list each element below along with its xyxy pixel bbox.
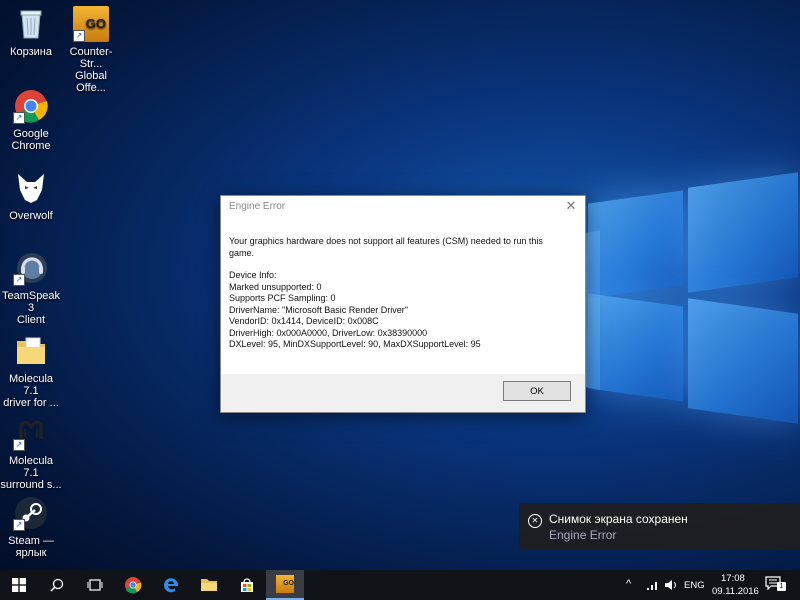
clock-time[interactable]: 17:08 [721,573,745,584]
action-center-button[interactable]: 1 [765,576,786,594]
folder-icon [201,579,217,591]
engine-error-dialog: Engine Error ✕ Your graphics hardware do… [220,195,586,413]
csgo-icon: GO [276,575,294,593]
desktop-icon-label: surround s... [0,479,62,491]
csgo-icon: GO ↗ [73,6,109,42]
desktop-icon-molecula-driver[interactable]: Molecula 7.1 driver for ... [0,333,62,409]
wallpaper-logo-pane-tr [688,172,798,293]
device-info-line: DriverHigh: 0x000A0000, DriverLow: 0x383… [229,327,428,338]
shortcut-arrow-icon: ↗ [13,112,25,124]
xbox-icon: ✕ [528,514,542,528]
desktop-icon-steam[interactable]: ↗ Steam — ярлык [0,495,62,559]
desktop-icon-label: Client [16,314,46,326]
folder-icon [13,333,49,369]
dialog-body: Your graphics hardware does not support … [221,218,585,351]
shortcut-arrow-icon: ↗ [13,519,25,531]
shortcut-arrow-icon: ↗ [13,439,25,451]
wallpaper-logo-pane-bl [588,293,683,402]
ok-button[interactable]: OK [503,381,571,401]
desktop-icon-label: Google [13,128,49,140]
task-view-button[interactable] [76,570,114,600]
desktop-icon-chrome[interactable]: ↗ Google Chrome [0,88,62,152]
taskbar: GO ^ ENG 17:08 09.11.2016 1 [0,570,800,600]
desktop-icon-label: Counter-Str... [69,46,113,70]
device-info-line: Device Info: [229,270,277,280]
desktop-icon-label: Molecula 7.1 [8,373,54,397]
teamspeak-icon: ↗ [13,250,49,286]
show-hidden-icons-chevron-up-icon[interactable]: ^ [626,578,631,590]
search-button[interactable] [38,570,76,600]
screenshot-saved-toast[interactable]: ✕ Снимок экрана сохранен Engine Error [519,503,800,550]
notification-count-badge: 1 [777,582,786,591]
dialog-title: Engine Error [229,201,286,212]
desktop-icon-recycle-bin[interactable]: Корзина [0,6,62,58]
overwolf-icon [13,170,49,206]
network-icon[interactable] [646,579,660,591]
taskbar-file-explorer[interactable] [190,570,228,600]
volume-icon[interactable] [664,579,678,591]
desktop-icon-label: Корзина [10,46,52,58]
molecula-icon: ↗ [13,415,49,451]
desktop-icon-label: Chrome [11,140,51,152]
shortcut-arrow-icon: ↗ [73,30,85,42]
error-message-line: game. [229,247,255,258]
desktop-icon-label: Molecula 7.1 [8,455,54,479]
dialog-titlebar[interactable]: Engine Error ✕ [221,196,585,218]
desktop-icon-label: Steam — [8,535,54,547]
toast-title: Снимок экрана сохранен [549,512,688,526]
error-message-line: Your graphics hardware does not support … [229,236,543,246]
desktop-icon-teamspeak[interactable]: ↗ TeamSpeak 3 Client [0,250,62,326]
taskbar-edge[interactable] [152,570,190,600]
chrome-icon [125,577,142,594]
desktop-icon-label: Overwolf [9,210,53,222]
clock-date[interactable]: 09.11.2016 [712,586,759,597]
taskbar-chrome[interactable] [114,570,152,600]
desktop-icon-csgo[interactable]: GO ↗ Counter-Str... Global Offe... [60,6,122,94]
start-button[interactable] [0,570,38,600]
steam-icon: ↗ [13,495,49,531]
device-info-line: DriverName: "Microsoft Basic Render Driv… [229,304,408,315]
toast-subtitle: Engine Error [549,528,617,542]
device-info-line: DXLevel: 95, MinDXSupportLevel: 90, MaxD… [229,339,481,349]
desktop-icon-overwolf[interactable]: Overwolf [0,170,62,222]
device-info-line: Supports PCF Sampling: 0 [229,293,336,303]
store-icon [241,578,253,592]
desktop-icon-label: driver for ... [3,397,59,409]
recycle-bin-icon [13,6,49,42]
desktop-icon-label: ярлык [15,547,47,559]
language-indicator[interactable]: ENG [684,580,705,591]
dialog-footer: OK [221,374,585,412]
device-info-line: VendorID: 0x1414, DeviceID: 0x008C [229,316,379,326]
shortcut-arrow-icon: ↗ [13,274,25,286]
edge-icon [164,578,178,593]
desktop-icon-label: TeamSpeak 3 [1,290,61,314]
wallpaper-logo-pane-br [688,298,798,424]
chrome-icon: ↗ [13,88,49,124]
windows-logo-icon [12,578,26,592]
desktop-icon-molecula-surround[interactable]: ↗ Molecula 7.1 surround s... [0,415,62,491]
search-icon [50,578,64,592]
desktop-icon-label: Global Offe... [75,70,107,94]
wallpaper-logo-pane-tl [588,190,683,299]
taskbar-csgo[interactable]: GO [266,570,304,600]
taskbar-store[interactable] [228,570,266,600]
device-info-line: Marked unsupported: 0 [229,281,322,292]
task-view-icon [87,579,103,591]
close-icon[interactable]: ✕ [563,198,579,214]
